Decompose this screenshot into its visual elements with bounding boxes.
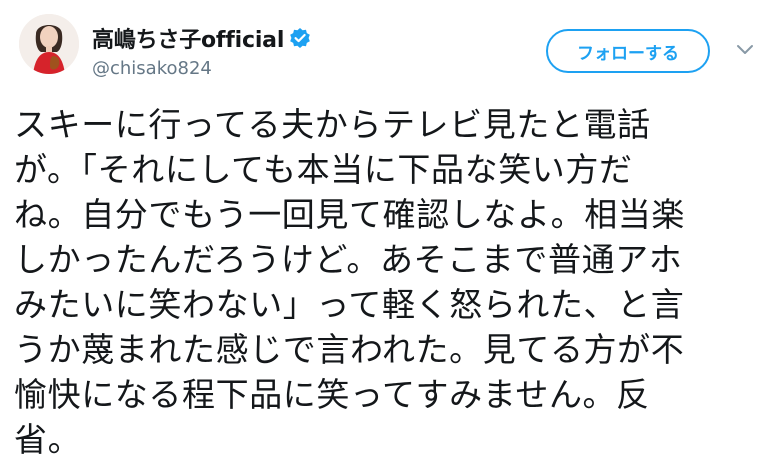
- tweet-text: スキーに行ってる夫からテレビ見たと電話 が。「それにしても本当に下品な笑い方だ …: [14, 102, 768, 462]
- tweet-card: 高嶋ちさ子official @chisako824 フォローする スキーに行って…: [0, 0, 778, 459]
- chevron-down-icon[interactable]: [734, 42, 756, 58]
- tweet-text-line: スキーに行ってる夫からテレビ見たと電話: [14, 105, 651, 144]
- tweet-text-line: 愉快になる程下品に笑ってすみません。反: [14, 375, 650, 414]
- tweet-text-line: しかったんだろうけど。あそこまで普通アホ: [14, 240, 683, 279]
- tweet-text-line: 省。: [14, 420, 82, 459]
- tweet-text-line: うか蔑まれた感じで言われた。見てる方が不: [14, 330, 685, 369]
- avatar[interactable]: [19, 14, 79, 74]
- tweet-text-line: ね。自分でもう一回見て確認しなよ。相当楽: [14, 195, 686, 234]
- tweet-text-line: みたいに笑わない」って軽く怒られた、と言: [14, 285, 685, 324]
- follow-button[interactable]: フォローする: [546, 29, 710, 73]
- tweet-text-line: が。「それにしても本当に下品な笑い方だ: [14, 150, 633, 189]
- display-name[interactable]: 高嶋ちさ子official: [92, 22, 284, 54]
- user-handle[interactable]: @chisako824: [92, 58, 212, 79]
- author-name-row: 高嶋ちさ子official: [92, 22, 311, 54]
- verified-badge-icon: [289, 27, 311, 49]
